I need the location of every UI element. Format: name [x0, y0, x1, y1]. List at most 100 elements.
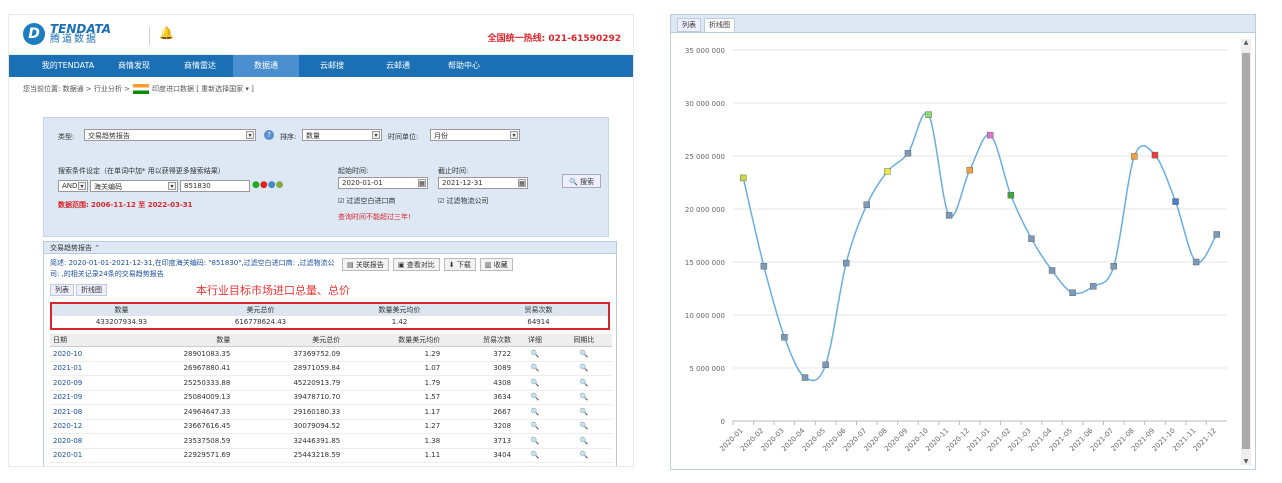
magnifier-icon[interactable]: 🔍	[555, 433, 612, 449]
bell-icon[interactable]: 🔔	[159, 26, 174, 40]
table-row: 2021-01 26967880.41 28971059.84 1.07 3089 🔍 🔍	[50, 361, 612, 376]
nav-item-discover[interactable]: 商情发现	[101, 55, 167, 77]
chart-panel: 列表 折线图 0 5 000 000 10 000 000 15 000 000 20 …	[670, 14, 1256, 470]
tab-line-chart[interactable]: 折线图	[76, 284, 107, 296]
col-date[interactable]: 日期	[50, 334, 124, 347]
magnifier-icon[interactable]: 🔍	[514, 419, 556, 434]
nav-item-mailsearch[interactable]: 云邮搜	[299, 55, 365, 77]
row-cell: 1.27	[343, 419, 444, 434]
remove-icon[interactable]: ●	[260, 180, 268, 190]
magnifier-icon[interactable]: 🔍	[514, 433, 556, 449]
row-date[interactable]: 2021-09	[50, 390, 124, 405]
nav-item-help[interactable]: 帮助中心	[431, 55, 497, 77]
end-value: 2021-12-31	[442, 179, 483, 187]
condition-icons[interactable]: ●●●●	[252, 180, 283, 190]
row-cell: 23667616.45	[123, 419, 234, 434]
magnifier-icon[interactable]: 🔍	[555, 346, 612, 362]
scroll-up-icon[interactable]: ▲	[1241, 39, 1251, 46]
col-usd[interactable]: 美元总价	[233, 334, 344, 347]
calendar-icon[interactable]: ▦	[418, 179, 426, 187]
table-row: 2020-12 23667616.45 30079094.52 1.27 3208 🔍 🔍	[50, 419, 612, 434]
data-point	[925, 111, 932, 118]
magnifier-icon[interactable]: 🔍	[514, 375, 556, 391]
search-panel: 类型: 交易趋势报告 ▾ ? 排序: 数量 ▾ 时间单位: 月份 ▾ 搜索条件设定（在…	[43, 117, 609, 237]
nav-item-data[interactable]: 数据通	[233, 55, 299, 77]
row-date[interactable]: 2020-08	[50, 433, 124, 449]
row-date[interactable]: 2021-02	[50, 462, 124, 466]
magnifier-icon[interactable]: 🔍	[514, 404, 556, 420]
row-cell: 39478710.70	[233, 390, 344, 405]
table-row: 2020-08 23537508.59 32446391.85 1.38 3713 🔍 🔍	[50, 433, 612, 449]
magnifier-icon[interactable]: 🔍	[514, 448, 556, 463]
nav-item-my[interactable]: 我的TENDATA	[35, 55, 101, 77]
sort-select[interactable]: 数量 ▾	[302, 129, 382, 141]
help-icon[interactable]: ?	[264, 130, 274, 140]
magnifier-icon[interactable]: 🔍	[555, 375, 612, 391]
divider	[149, 27, 150, 45]
totals-head-trades: 贸易次数	[524, 306, 553, 314]
data-point	[1213, 231, 1220, 238]
row-date[interactable]: 2020-01	[50, 448, 124, 463]
sort-label: 排序:	[280, 133, 297, 141]
magnifier-icon[interactable]: 🔍	[555, 419, 612, 434]
type-select[interactable]: 交易趋势报告 ▾	[84, 129, 256, 141]
totals-usd: 616778624.43	[234, 318, 287, 326]
row-date[interactable]: 2020-09	[50, 375, 124, 391]
code-input[interactable]: 851830	[180, 180, 250, 192]
row-cell: 1.38	[343, 433, 444, 449]
row-cell: 21295368.80	[123, 462, 234, 466]
row-date[interactable]: 2021-08	[50, 404, 124, 420]
magnifier-icon[interactable]: 🔍	[555, 404, 612, 420]
data-point	[863, 201, 870, 208]
magnifier-icon[interactable]: 🔍	[555, 448, 612, 463]
calendar-icon[interactable]: ▦	[518, 179, 526, 187]
magnifier-icon[interactable]: 🔍	[514, 462, 556, 466]
row-date[interactable]: 2020-10	[50, 346, 124, 362]
compare-button[interactable]: ▣ 查看对比	[392, 258, 440, 271]
logic-value: AND	[62, 182, 78, 190]
download-button[interactable]: ⬇ 下载	[443, 258, 476, 271]
field-select[interactable]: 海关编码 ▾	[90, 180, 178, 192]
nav-item-radar[interactable]: 商情雷达	[167, 55, 233, 77]
logic-select[interactable]: AND ▾	[58, 180, 88, 192]
col-qty[interactable]: 数量	[123, 334, 234, 347]
search-button[interactable]: 🔍 搜索	[562, 174, 601, 188]
favorite-button[interactable]: ▥ 收藏	[479, 258, 513, 271]
tab-list[interactable]: 列表	[50, 284, 74, 296]
magnifier-icon[interactable]: 🔍	[555, 390, 612, 405]
row-cell: 4308	[443, 375, 515, 391]
related-report-button[interactable]: ▤ 关联报告	[342, 258, 389, 271]
filter-logistics-checkbox[interactable]: ☑ 过滤物流公司	[438, 196, 489, 206]
magnifier-icon[interactable]: 🔍	[514, 361, 556, 376]
data-point	[740, 174, 747, 182]
row-date[interactable]: 2021-01	[50, 361, 124, 376]
scrollbar[interactable]: ▲ ▼	[1241, 39, 1251, 465]
start-date-input[interactable]: 2020-01-01 ▦	[338, 177, 428, 189]
tab-list[interactable]: 列表	[677, 18, 701, 32]
end-date-input[interactable]: 2021-12-31 ▦	[438, 177, 528, 189]
annotation: 本行业目标市场进口总量、总价	[196, 284, 350, 297]
tab-line-chart[interactable]: 折线图	[704, 18, 735, 32]
start-label: 起始时间:	[338, 167, 369, 175]
scroll-thumb[interactable]	[1242, 53, 1250, 449]
breadcrumb-country[interactable]: 印度进口数据 [ 重新选择国家 ▾ ]	[152, 84, 254, 94]
scroll-down-icon[interactable]: ▼	[1241, 458, 1251, 465]
logo[interactable]: D TENDATA 腾道数据	[23, 23, 111, 45]
magnifier-icon[interactable]: 🔍	[514, 346, 556, 362]
nav-item-mail[interactable]: 云邮通	[365, 55, 431, 77]
magnifier-icon[interactable]: 🔍	[555, 462, 612, 466]
clear-icon[interactable]: ●	[276, 180, 284, 190]
report-tab[interactable]: 交易趋势报告 ⌃	[44, 242, 616, 254]
col-avg[interactable]: 数量美元均价	[343, 334, 444, 347]
row-cell: 37369752.09	[233, 346, 344, 362]
col-trades[interactable]: 贸易次数	[443, 334, 515, 347]
download-label: 下载	[456, 261, 471, 269]
filter-blank-checkbox[interactable]: ☑ 过滤空白进口商	[338, 196, 396, 206]
magnifier-icon[interactable]: 🔍	[555, 361, 612, 376]
magnifier-icon[interactable]: 🔍	[514, 390, 556, 405]
row-date[interactable]: 2020-12	[50, 419, 124, 434]
add-icon[interactable]: ●	[252, 180, 260, 190]
time-unit-select[interactable]: 月份 ▾	[430, 129, 520, 141]
col-detail: 详细	[514, 334, 556, 347]
help-icon[interactable]: ●	[268, 180, 276, 190]
